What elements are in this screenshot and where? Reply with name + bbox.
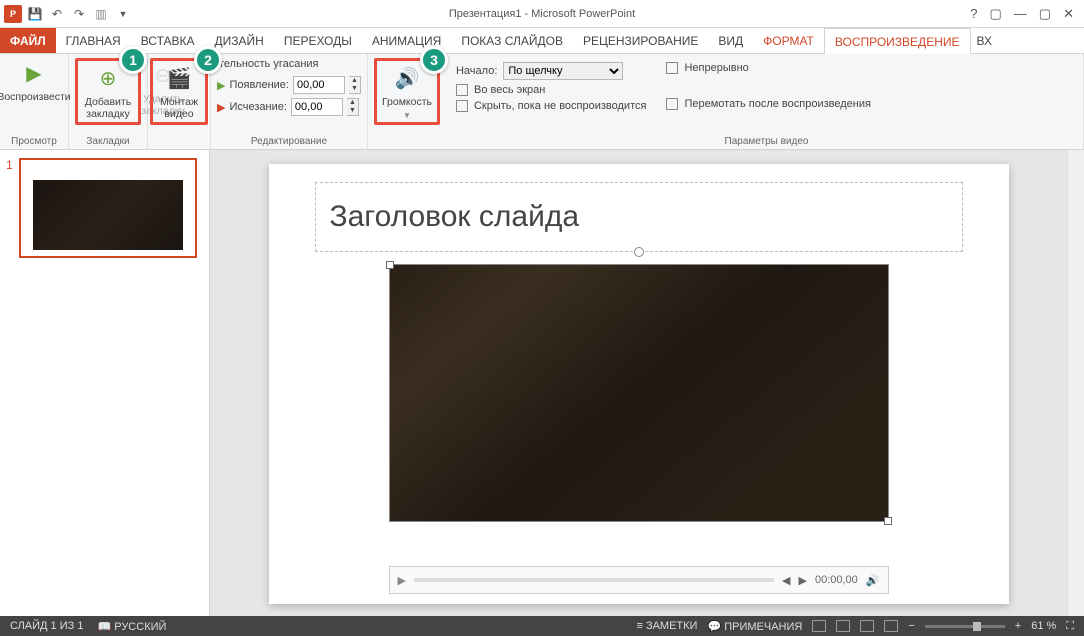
player-play-icon[interactable]: ▶ — [398, 574, 406, 587]
slide[interactable]: Заголовок слайда ▶ ◀ ▶ 00:00,00 🔊 — [269, 164, 1009, 604]
title-bar: P 💾 ↶ ↷ ▥ ▼ Презентация1 - Microsoft Pow… — [0, 0, 1084, 28]
group-editing-label: Редактирование — [251, 136, 327, 147]
appear-label: Появление: — [229, 79, 289, 91]
rotate-handle[interactable] — [634, 247, 644, 257]
zoom-in-icon[interactable]: + — [1015, 620, 1021, 632]
trim-video-icon: 🎬 — [163, 65, 195, 93]
trim-video-button[interactable]: 🎬 Монтаж видео — [155, 63, 203, 120]
reading-view-icon[interactable] — [860, 620, 874, 632]
tab-transitions[interactable]: ПЕРЕХОДЫ — [274, 28, 362, 53]
ribbon-tabs: ФАЙЛ ГЛАВНАЯ ВСТАВКА ДИЗАЙН ПЕРЕХОДЫ АНИ… — [0, 28, 1084, 54]
help-icon[interactable]: ? — [970, 6, 977, 22]
group-trim: 2 🎬 Монтаж видео . — [148, 54, 211, 149]
thumb-number: 1 — [6, 158, 13, 258]
video-object[interactable] — [389, 264, 889, 522]
group-video-options: Начало: По щелчку Во весь экран Скрыть, … — [446, 54, 1084, 149]
window-title: Презентация1 - Microsoft PowerPoint — [449, 8, 635, 20]
disappear-spinner[interactable]: ▲▼ — [347, 98, 359, 116]
zoom-slider[interactable] — [925, 625, 1005, 628]
player-volume-icon[interactable]: 🔊 — [866, 574, 880, 587]
player-time: 00:00,00 — [815, 574, 858, 586]
tab-slideshow[interactable]: ПОКАЗ СЛАЙДОВ — [451, 28, 573, 53]
badge-3: 3 — [420, 46, 448, 74]
tab-file[interactable]: ФАЙЛ — [0, 28, 56, 53]
maximize-icon[interactable]: ▢ — [1039, 6, 1051, 22]
group-editing: тельность угасания ▶ Появление: ▲▼ ▶ Исч… — [211, 54, 368, 149]
qat-dropdown-icon[interactable]: ▼ — [114, 5, 132, 23]
save-icon[interactable]: 💾 — [26, 5, 44, 23]
disappear-label: Исчезание: — [229, 101, 286, 113]
workspace: 1 Заголовок слайда ▶ ◀ ▶ 00:00,00 🔊 — [0, 150, 1084, 616]
badge-2: 2 — [194, 46, 222, 74]
zoom-out-icon[interactable]: − — [908, 620, 914, 632]
slide-thumbnail-1[interactable] — [19, 158, 197, 258]
group-preview: ▶ Воспроизвести Просмотр — [0, 54, 69, 149]
badge-1: 1 — [119, 46, 147, 74]
title-placeholder[interactable]: Заголовок слайда — [315, 182, 963, 252]
tab-overflow[interactable]: Вх — [971, 28, 998, 53]
add-bookmark-label: Добавить закладку — [80, 96, 136, 120]
tab-review[interactable]: РЕЦЕНЗИРОВАНИЕ — [573, 28, 708, 53]
video-player-bar: ▶ ◀ ▶ 00:00,00 🔊 — [389, 566, 889, 594]
ribbon: ▶ Воспроизвести Просмотр 1 ⊕ Добавить за… — [0, 54, 1084, 150]
thumb-video-preview — [33, 180, 183, 250]
powerpoint-icon: P — [4, 5, 22, 23]
loop-checkbox[interactable]: Непрерывно — [666, 62, 871, 74]
slide-thumbnails-panel: 1 — [0, 150, 210, 616]
group-volume: 3 🔊 Громкость ▼ . — [368, 54, 446, 149]
status-language[interactable]: 📖 РУССКИЙ — [97, 620, 166, 633]
sorter-view-icon[interactable] — [836, 620, 850, 632]
tab-format[interactable]: ФОРМАТ — [753, 28, 824, 53]
group-bookmarks: 1 ⊕ Добавить закладку ⊖ Удалить закладку… — [69, 54, 148, 149]
slide-canvas: Заголовок слайда ▶ ◀ ▶ 00:00,00 🔊 — [210, 150, 1067, 616]
fullscreen-checkbox[interactable]: Во весь экран — [456, 84, 646, 96]
slide-title-text: Заголовок слайда — [330, 200, 580, 234]
zoom-value[interactable]: 61 % — [1031, 620, 1056, 632]
redo-icon[interactable]: ↷ — [70, 5, 88, 23]
status-notes[interactable]: ≡ ЗАМЕТКИ — [636, 620, 697, 632]
group-bookmarks-label: Закладки — [86, 136, 129, 147]
status-slide-count: СЛАЙД 1 ИЗ 1 — [10, 620, 83, 632]
player-next-icon[interactable]: ▶ — [799, 574, 807, 587]
group-preview-label: Просмотр — [11, 136, 57, 147]
player-track[interactable] — [414, 578, 774, 582]
play-button[interactable]: ▶ Воспроизвести — [6, 58, 62, 103]
fit-window-icon[interactable]: ⛶ — [1066, 620, 1074, 633]
player-prev-icon[interactable]: ◀ — [782, 574, 790, 587]
quick-access-toolbar: P 💾 ↶ ↷ ▥ ▼ — [0, 5, 136, 23]
status-bar: СЛАЙД 1 ИЗ 1 📖 РУССКИЙ ≡ ЗАМЕТКИ 💬 ПРИМЕ… — [0, 616, 1084, 636]
volume-icon: 🔊 — [391, 65, 423, 93]
appear-input[interactable] — [293, 76, 345, 94]
tab-home[interactable]: ГЛАВНАЯ — [56, 28, 131, 53]
status-comments[interactable]: 💬 ПРИМЕЧАНИЯ — [707, 620, 802, 633]
ribbon-options-icon[interactable]: ▢ — [990, 6, 1002, 22]
volume-label: Громкость — [382, 96, 432, 108]
disappear-input[interactable] — [291, 98, 343, 116]
appear-spinner[interactable]: ▲▼ — [349, 76, 361, 94]
close-icon[interactable]: ✕ — [1063, 6, 1074, 22]
tab-playback[interactable]: ВОСПРОИЗВЕДЕНИЕ — [824, 28, 971, 54]
normal-view-icon[interactable] — [812, 620, 826, 632]
undo-icon[interactable]: ↶ — [48, 5, 66, 23]
minimize-icon[interactable]: — — [1014, 6, 1027, 22]
trim-video-label: Монтаж видео — [155, 96, 203, 120]
add-bookmark-icon: ⊕ — [92, 65, 124, 93]
hide-checkbox[interactable]: Скрыть, пока не воспроизводится — [456, 100, 646, 112]
fade-duration-label: тельность угасания — [217, 58, 319, 70]
vertical-scrollbar[interactable] — [1067, 150, 1084, 616]
group-video-options-label: Параметры видео — [725, 136, 809, 147]
start-label: Начало: — [456, 65, 497, 77]
window-controls: ? ▢ — ▢ ✕ — [960, 6, 1084, 22]
start-select[interactable]: По щелчку — [503, 62, 623, 80]
play-icon: ▶ — [18, 60, 50, 88]
start-show-icon[interactable]: ▥ — [92, 5, 110, 23]
slideshow-view-icon[interactable] — [884, 620, 898, 632]
play-label: Воспроизвести — [0, 91, 71, 103]
rewind-checkbox[interactable]: Перемотать после воспроизведения — [666, 98, 871, 110]
tab-view[interactable]: ВИД — [708, 28, 753, 53]
